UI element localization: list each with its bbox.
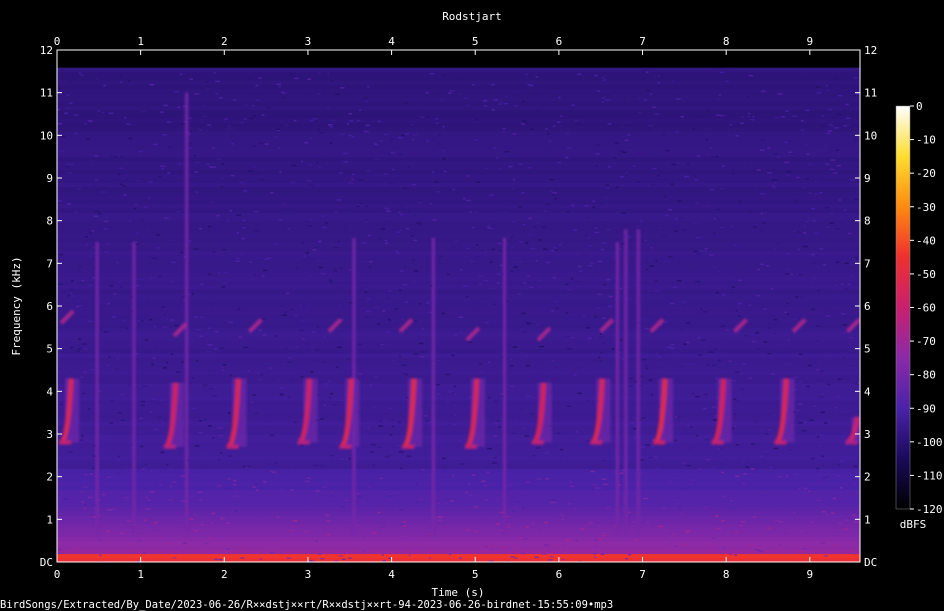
y-axis-label: Frequency (kHz): [10, 256, 23, 355]
colorbar-tick-label: 0: [916, 100, 923, 113]
click-mark: [431, 237, 435, 537]
y-tick-label: 11: [40, 87, 53, 100]
x-tick-label: 6: [556, 568, 563, 581]
y-tick-label-right: 6: [864, 300, 871, 313]
colorbar-tick-label: -10: [916, 134, 936, 147]
y-tick-label-right: 11: [864, 87, 877, 100]
click-mark: [185, 92, 189, 537]
x-tick-label-top: 2: [221, 35, 228, 48]
colorbar-label: dBFS: [900, 518, 927, 531]
colorbar-tick-label: -40: [916, 234, 936, 247]
x-tick-label: 7: [639, 568, 646, 581]
x-tick-label-top: 6: [556, 35, 563, 48]
colorbar-tick-label: -80: [916, 369, 936, 382]
x-tick-label: 1: [137, 568, 144, 581]
y-tick-label-right: DC: [864, 556, 877, 569]
colorbar-tick-label: -60: [916, 302, 936, 315]
colorbar-tick-label: -90: [916, 402, 936, 415]
x-tick-label: 9: [807, 568, 814, 581]
y-tick-label-right: 4: [864, 385, 871, 398]
click-mark: [132, 242, 136, 537]
click-mark: [95, 242, 99, 537]
y-tick-label: 12: [40, 44, 53, 57]
colorbar-tick-label: -100: [916, 436, 943, 449]
file-path: BirdSongs/Extracted/By_Date/2023-06-26/R…: [0, 599, 613, 611]
x-tick-label-top: 5: [472, 35, 479, 48]
y-tick-label: 4: [46, 385, 53, 398]
x-tick-label: 3: [305, 568, 312, 581]
click-mark: [624, 229, 628, 537]
x-tick-label: 0: [54, 568, 61, 581]
spectrogram-figure: Rodstjart 00112233445566778899DC DC1 12 23 3…: [0, 10, 943, 611]
x-tick-label-top: 8: [723, 35, 730, 48]
x-tick-label: 5: [472, 568, 479, 581]
chart-title: Rodstjart: [442, 10, 502, 23]
y-tick-label-right: 5: [864, 343, 871, 356]
y-tick-label-right: 10: [864, 129, 877, 142]
y-tick-label: 1: [46, 513, 53, 526]
colorbar-tick-label: -20: [916, 167, 936, 180]
click-mark: [615, 242, 619, 537]
y-tick-label-right: 12: [864, 44, 877, 57]
x-tick-label: 2: [221, 568, 228, 581]
y-tick-label-right: 3: [864, 428, 871, 441]
y-tick-label-right: 9: [864, 172, 871, 185]
x-tick-label-top: 7: [639, 35, 646, 48]
y-tick-label-right: 8: [864, 215, 871, 228]
colorbar-tick-label: -70: [916, 335, 936, 348]
x-tick-label-top: 4: [388, 35, 395, 48]
y-tick-label-right: 1: [864, 513, 871, 526]
y-tick-label-right: 2: [864, 471, 871, 484]
y-tick-label: 5: [46, 343, 53, 356]
x-tick-label-top: 9: [807, 35, 814, 48]
plot-area: [57, 50, 860, 562]
x-axis-label: Time (s): [432, 586, 485, 599]
y-tick-label: 9: [46, 172, 53, 185]
x-tick-label-top: 3: [305, 35, 312, 48]
y-tick-label: DC: [40, 556, 53, 569]
y-tick-label: 10: [40, 129, 53, 142]
x-tick-label-top: 1: [137, 35, 144, 48]
x-tick-label: 4: [388, 568, 395, 581]
click-mark: [503, 237, 507, 537]
y-tick-label: 6: [46, 300, 53, 313]
colorbar-ticks: 0 -10 -20 -30 -40 -50 -60 -70 -80 -90 -100 -110 -120: [910, 100, 943, 516]
colorbar: 0 -10 -20 -30 -40 -50 -60 -70 -80 -90 -100 -110 -120…: [895, 100, 943, 531]
colorbar-scale: [896, 106, 910, 509]
y-tick-label: 8: [46, 215, 53, 228]
y-tick-label: 7: [46, 257, 53, 270]
y-tick-label-right: 7: [864, 257, 871, 270]
y-tick-label: 2: [46, 471, 53, 484]
click-mark: [636, 229, 640, 537]
x-tick-label: 8: [723, 568, 730, 581]
colorbar-tick-label: -50: [916, 268, 936, 281]
colorbar-tick-label: -110: [916, 469, 943, 482]
y-tick-label: 3: [46, 428, 53, 441]
x-tick-label-top: 0: [54, 35, 61, 48]
colorbar-tick-label: -120: [916, 503, 943, 516]
colorbar-tick-label: -30: [916, 201, 936, 214]
